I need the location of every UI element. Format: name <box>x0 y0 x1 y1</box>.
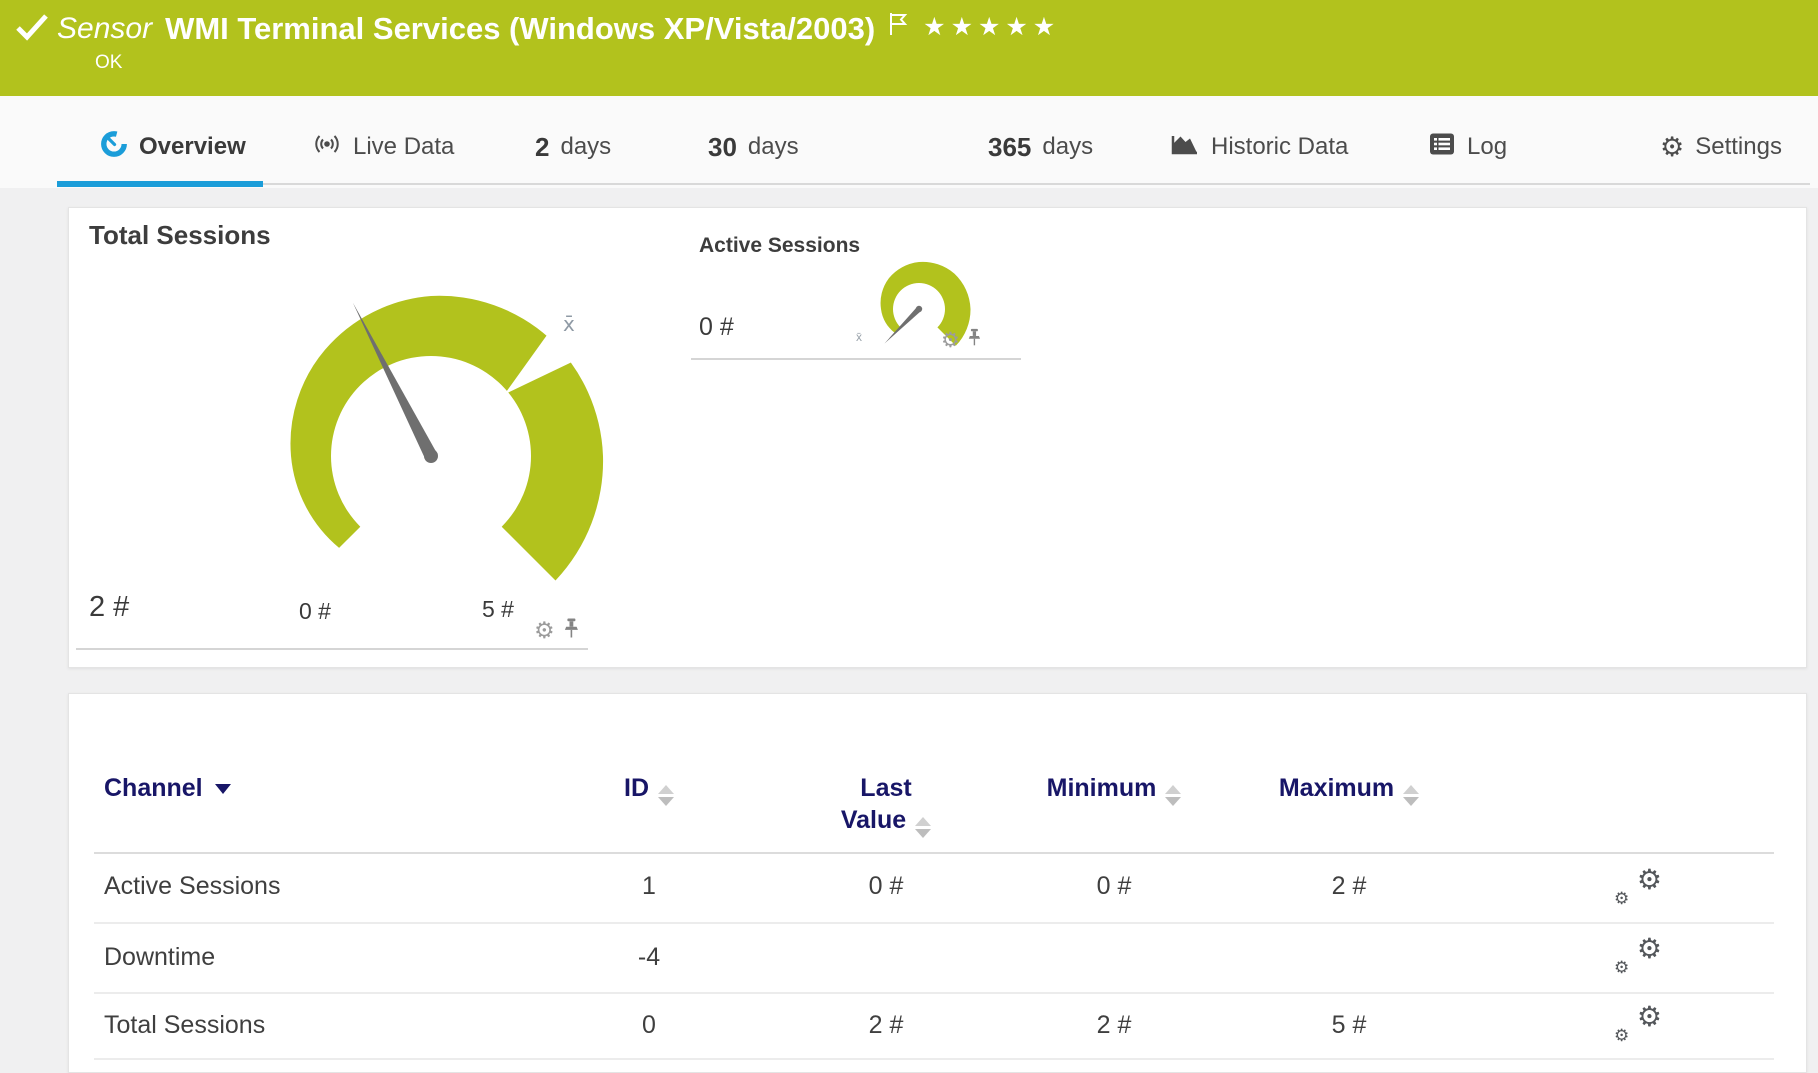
object-kind-label: Sensor <box>57 7 152 51</box>
gauges-panel: Total Sessions x̄ 2 # 0 # 5 # ⚙ Active S… <box>68 207 1807 668</box>
column-header-last-value-line2[interactable]: Value <box>806 806 966 838</box>
row-divider <box>94 992 1774 994</box>
column-header-last-value-line1[interactable]: Last <box>806 774 966 803</box>
total-sessions-gauge <box>221 256 641 596</box>
gear-icon: ⚙ <box>1660 134 1684 161</box>
gauge-underline <box>691 358 1021 360</box>
sort-arrows-icon[interactable] <box>658 785 674 806</box>
tab-historic-data[interactable]: Historic Data <box>1170 128 1348 166</box>
total-sessions-gauge-title: Total Sessions <box>89 220 271 251</box>
column-header-channel[interactable]: Channel <box>104 774 231 803</box>
sort-arrows-icon[interactable] <box>915 817 931 838</box>
column-header-maximum[interactable]: Maximum <box>1269 774 1429 806</box>
active-sessions-gauge-title: Active Sessions <box>699 234 860 258</box>
pin-icon[interactable] <box>564 618 579 644</box>
average-marker-label: x̄ <box>856 330 862 344</box>
tab-30-days[interactable]: 30 days <box>708 128 799 166</box>
priority-stars[interactable]: ★★★★★ <box>923 12 1060 42</box>
channel-name-cell: Active Sessions <box>104 872 280 901</box>
average-marker-label: x̄ <box>563 314 575 334</box>
tab-overview[interactable]: Overview <box>100 128 246 166</box>
gauge-needle-pivot <box>916 306 922 312</box>
gauge-needle-pivot <box>424 449 438 463</box>
channel-name-cell: Downtime <box>104 943 215 972</box>
gauge-underline <box>76 648 588 650</box>
gauge-max-label: 5 # <box>482 596 514 623</box>
pin-icon[interactable] <box>968 328 981 352</box>
tab-365-days[interactable]: 365 days <box>988 128 1093 166</box>
header-divider <box>94 852 1774 854</box>
channel-settings-gears-icon[interactable]: ⚙⚙ <box>1614 1003 1662 1045</box>
tab-2-days[interactable]: 2 days <box>535 128 611 166</box>
last-value-cell: 2 # <box>806 1011 966 1040</box>
status-badge: OK <box>95 52 122 74</box>
active-sessions-value: 0 # <box>699 313 734 342</box>
gauge-icon <box>100 130 128 165</box>
channel-settings-gears-icon[interactable]: ⚙⚙ <box>1614 866 1662 908</box>
tab-divider-line <box>263 183 1810 185</box>
tab-log[interactable]: Log <box>1428 128 1507 166</box>
total-sessions-value: 2 # <box>89 591 129 624</box>
priority-flag-icon[interactable] <box>888 12 910 41</box>
row-divider <box>94 922 1774 924</box>
active-tab-underline <box>57 181 263 187</box>
maximum-cell: 2 # <box>1269 872 1429 901</box>
maximum-cell: 5 # <box>1269 1011 1429 1040</box>
sensor-header: Sensor WMI Terminal Services (Windows XP… <box>0 0 1818 96</box>
column-header-id[interactable]: ID <box>569 774 729 806</box>
minimum-cell: 0 # <box>1034 872 1194 901</box>
id-cell: -4 <box>569 943 729 972</box>
sort-caret-down-icon <box>215 784 231 794</box>
gauge-settings-gear-icon[interactable]: ⚙ <box>534 620 555 643</box>
last-value-cell: 0 # <box>806 872 966 901</box>
id-cell: 1 <box>569 872 729 901</box>
tab-live-data[interactable]: Live Data <box>312 128 454 166</box>
channel-name-cell: Total Sessions <box>104 1011 265 1040</box>
row-divider <box>94 1058 1774 1060</box>
gauge-min-label: 0 # <box>299 598 331 625</box>
sort-arrows-icon[interactable] <box>1165 785 1181 806</box>
tab-bar: Overview Live Data 2 days 30 days 365 da… <box>0 96 1818 188</box>
page-title: WMI Terminal Services (Windows XP/Vista/… <box>165 7 875 51</box>
minimum-cell: 2 # <box>1034 1011 1194 1040</box>
sort-arrows-icon[interactable] <box>1403 785 1419 806</box>
column-header-minimum[interactable]: Minimum <box>1034 774 1194 806</box>
log-list-icon <box>1428 131 1456 164</box>
gauge-settings-gear-icon[interactable]: ⚙ <box>941 330 960 351</box>
tab-settings[interactable]: ⚙ Settings <box>1660 128 1782 166</box>
live-broadcast-icon <box>312 131 342 164</box>
area-chart-icon <box>1170 131 1200 164</box>
id-cell: 0 <box>569 1011 729 1040</box>
channel-settings-gears-icon[interactable]: ⚙⚙ <box>1614 935 1662 977</box>
status-check-icon <box>15 13 49 48</box>
channels-table-panel: Channel ID Last Value Minimum Maximum Ac… <box>68 693 1807 1073</box>
